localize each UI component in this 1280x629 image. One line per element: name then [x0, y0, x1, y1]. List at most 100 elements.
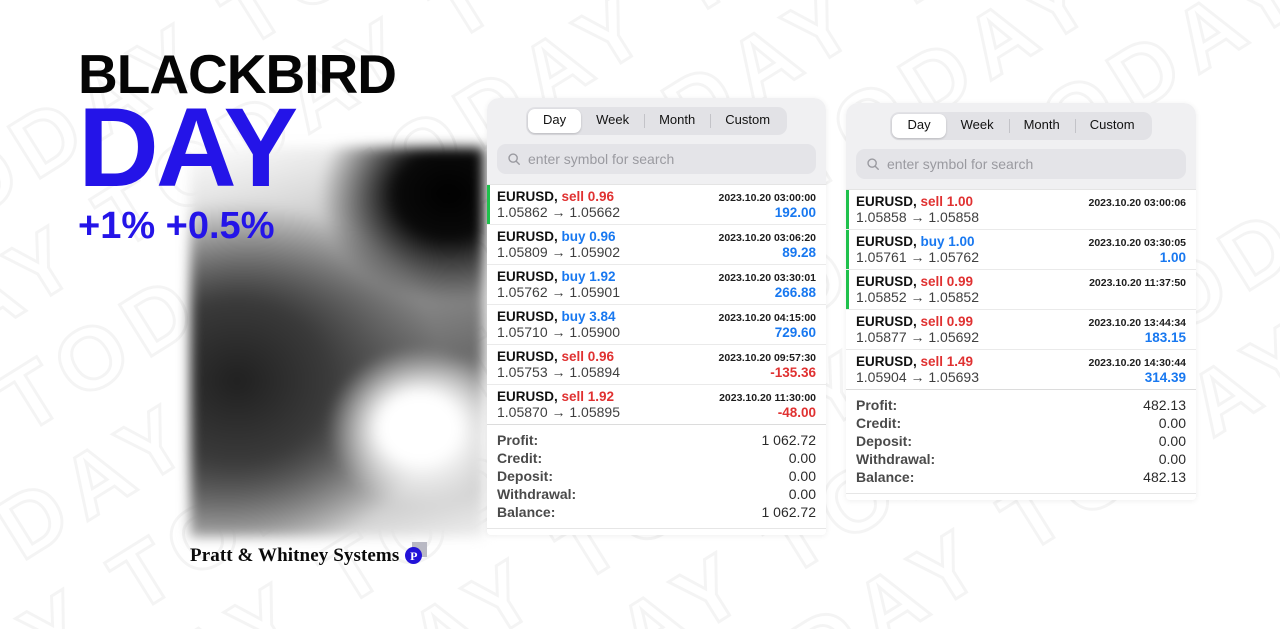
panel-header: Day Week Month Custom enter symbol for searc…	[487, 98, 826, 184]
summary-value: 0.00	[1158, 432, 1186, 449]
headline-percentages: +1% +0.5%	[78, 205, 275, 248]
trade-row[interactable]: EURUSD, buy 3.84 2023.10.20 04:15:00 1.057…	[487, 303, 826, 344]
trade-symbol-side: EURUSD, sell 1.49	[856, 354, 973, 369]
tab-day[interactable]: Day	[527, 109, 582, 133]
tab-week[interactable]: Week	[581, 109, 644, 133]
summary-value: 0.00	[1158, 414, 1186, 431]
symbol-text: EURUSD,	[497, 308, 558, 324]
trade-price-range: 1.05858 → 1.05858	[856, 208, 979, 225]
search-input[interactable]: enter symbol for search	[497, 143, 816, 174]
summary-label: Deposit:	[856, 432, 912, 449]
trade-row[interactable]: EURUSD, sell 0.96 2023.10.20 03:00:00 1.05…	[487, 183, 826, 224]
symbol-text: EURUSD,	[856, 313, 917, 329]
tab-day[interactable]: Day	[892, 114, 946, 138]
brand-name: Pratt & Whitney Systems	[190, 545, 400, 566]
trade-profit: 89.28	[782, 244, 816, 260]
panel-footer	[487, 527, 826, 535]
trade-timestamp: 2023.10.20 11:30:00	[719, 391, 816, 404]
trade-timestamp: 2023.10.20 09:57:30	[718, 351, 817, 364]
trade-row[interactable]: EURUSD, buy 0.96 2023.10.20 03:06:20 1.058…	[487, 223, 826, 264]
trade-timestamp: 2023.10.20 04:15:00	[718, 311, 817, 324]
row-status-marker	[846, 350, 849, 389]
trade-side-volume: sell 1.00	[916, 193, 974, 209]
trade-row[interactable]: EURUSD, sell 1.49 2023.10.20 14:30:44 1.05…	[846, 348, 1196, 389]
summary-row: Credit: 0.00	[497, 449, 816, 467]
trade-price-range: 1.05753 → 1.05894	[497, 363, 620, 380]
tab-custom[interactable]: Custom	[710, 109, 785, 133]
summary-row: Withdrawal: 0.00	[856, 450, 1186, 468]
trade-side-volume: sell 1.49	[916, 353, 974, 369]
row-status-marker	[846, 310, 849, 349]
search-icon	[507, 152, 521, 166]
trade-history-panel-left[interactable]: Day Week Month Custom enter symbol for searc…	[487, 98, 826, 535]
summary-row: Profit: 1 062.72	[497, 431, 816, 449]
trade-price-range: 1.05809 → 1.05902	[497, 243, 620, 260]
trade-history-panel-right[interactable]: Day Week Month Custom enter symbol for searc…	[846, 103, 1196, 500]
row-status-marker	[846, 189, 849, 229]
summary-value: 1 062.72	[761, 503, 817, 520]
trade-timestamp: 2023.10.20 03:00:06	[1088, 196, 1187, 209]
trade-row[interactable]: EURUSD, buy 1.92 2023.10.20 03:30:01 1.057…	[487, 263, 826, 304]
trade-row[interactable]: EURUSD, buy 1.00 2023.10.20 03:30:05 1.057…	[846, 228, 1196, 269]
logo-letter: P	[405, 547, 423, 564]
period-segmented-control[interactable]: Day Week Month Custom	[525, 107, 788, 135]
footer-brand: Pratt & Whitney Systems P	[190, 542, 428, 567]
trade-row[interactable]: EURUSD, sell 1.00 2023.10.20 03:00:06 1.05…	[846, 188, 1196, 229]
trade-symbol-side: EURUSD, buy 3.84	[497, 309, 616, 324]
tab-week[interactable]: Week	[946, 114, 1009, 138]
trade-price-range: 1.05761 → 1.05762	[856, 248, 979, 265]
search-placeholder: enter symbol for search	[887, 155, 1034, 172]
brand-logo-icon: P	[405, 542, 428, 566]
trade-side-volume: sell 1.92	[557, 388, 615, 404]
trade-row[interactable]: EURUSD, sell 0.96 2023.10.20 09:57:30 1.05…	[487, 343, 826, 384]
trade-row[interactable]: EURUSD, sell 0.99 2023.10.20 13:44:34 1.05…	[846, 308, 1196, 349]
row-status-marker	[487, 345, 490, 384]
summary-label: Balance:	[856, 468, 915, 485]
search-placeholder: enter symbol for search	[528, 150, 675, 167]
search-input[interactable]: enter symbol for search	[856, 148, 1186, 179]
trade-side-volume: buy 1.00	[916, 233, 975, 249]
panel-footer	[846, 492, 1196, 500]
hero-section: BLACKBIRD DAY +1% +0.5%	[0, 0, 500, 629]
symbol-text: EURUSD,	[856, 193, 917, 209]
row-status-marker	[846, 229, 849, 269]
row-status-marker	[487, 385, 490, 424]
trade-row[interactable]: EURUSD, sell 1.92 2023.10.20 11:30:00 1.05…	[487, 383, 826, 424]
summary-label: Profit:	[856, 396, 898, 413]
trade-timestamp: 2023.10.20 13:44:34	[1088, 316, 1187, 329]
account-summary: Profit: 1 062.72 Credit: 0.00 Deposit: 0.00 Wi…	[487, 423, 826, 528]
summary-row: Balance: 1 062.72	[497, 503, 816, 521]
panel-header: Day Week Month Custom enter symbol for searc…	[846, 103, 1196, 189]
trade-price-range: 1.05877 → 1.05692	[856, 328, 979, 345]
trade-side-volume: sell 0.99	[916, 313, 974, 329]
trade-row[interactable]: EURUSD, sell 0.99 2023.10.20 11:37:50 1.05…	[846, 268, 1196, 309]
trade-side-volume: buy 0.96	[557, 228, 616, 244]
summary-value: 0.00	[788, 467, 816, 484]
trade-symbol-side: EURUSD, sell 0.99	[856, 274, 973, 289]
summary-value: 0.00	[788, 485, 816, 502]
symbol-text: EURUSD,	[497, 268, 558, 284]
trade-profit: -48.00	[777, 404, 816, 420]
summary-row: Withdrawal: 0.00	[497, 485, 816, 503]
trade-symbol-side: EURUSD, sell 1.92	[497, 389, 614, 404]
tab-custom[interactable]: Custom	[1074, 114, 1150, 138]
symbol-text: EURUSD,	[856, 353, 917, 369]
trade-symbol-side: EURUSD, sell 0.96	[497, 349, 614, 364]
trade-profit: 729.60	[774, 324, 816, 340]
symbol-text: EURUSD,	[856, 273, 917, 289]
trade-timestamp: 2023.10.20 03:00:00	[718, 191, 817, 204]
row-status-marker	[487, 265, 490, 304]
search-icon	[866, 157, 880, 171]
tab-month[interactable]: Month	[644, 109, 710, 133]
trade-timestamp: 2023.10.20 03:30:01	[718, 271, 817, 284]
period-segmented-control[interactable]: Day Week Month Custom	[890, 112, 1152, 140]
account-summary: Profit: 482.13 Credit: 0.00 Deposit: 0.00 With…	[846, 388, 1196, 493]
trade-symbol-side: EURUSD, sell 0.96	[497, 189, 614, 204]
summary-row: Balance: 482.13	[856, 468, 1186, 486]
trade-profit: 183.15	[1144, 329, 1186, 345]
row-status-marker	[487, 225, 490, 264]
tab-month[interactable]: Month	[1008, 114, 1075, 138]
summary-label: Withdrawal:	[497, 485, 577, 502]
trade-timestamp: 2023.10.20 03:30:05	[1088, 236, 1187, 249]
trade-timestamp: 2023.10.20 03:06:20	[718, 231, 817, 244]
